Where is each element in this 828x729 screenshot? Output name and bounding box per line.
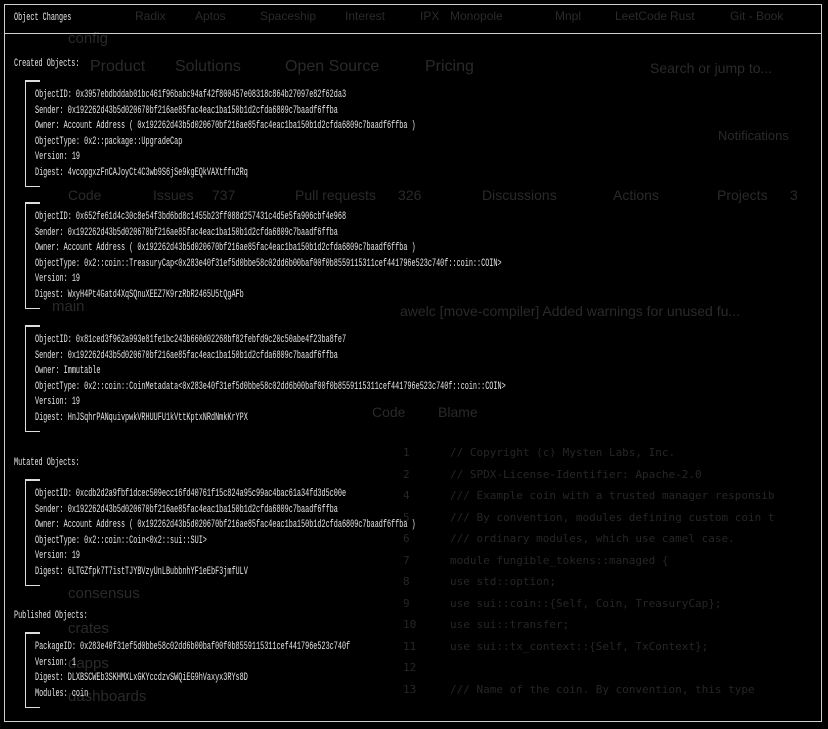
published-objects-label: Published Objects:	[14, 610, 88, 622]
published-object-field: Version: 1	[35, 656, 76, 669]
title-divider	[4, 33, 822, 34]
published-object-field: Modules: coin	[35, 687, 89, 700]
created-object-field: Sender: 0x192262d43b5d020670bf216ae85fac…	[35, 104, 338, 117]
created-object-field: Version: 19	[35, 151, 81, 163]
mutated-object-bracket	[25, 479, 40, 586]
created-object-field: Digest: WxyH4Pt4Gatd4XqSQnuXEEZ7K9rzRbR2…	[35, 288, 244, 301]
created-object-field: ObjectID: 0x652fe61d4c30c8e54f3bd6bd8c14…	[35, 211, 347, 223]
mutated-object-field: Owner: Account Address ( 0x192262d43b5d0…	[35, 519, 416, 531]
created-object-field: Owner: Immutable	[35, 365, 101, 377]
created-object-field: Owner: Account Address ( 0x192262d43b5d0…	[35, 242, 416, 254]
published-object-field: Digest: DLXBSCWEb3SKHMXLxGKYccdzvSWQiEG9…	[35, 672, 248, 684]
created-object-bracket	[25, 325, 40, 432]
created-object-bracket	[25, 202, 40, 309]
created-object-field: Version: 19	[35, 273, 81, 285]
created-object-field: Digest: HnJSqhrPANquivpwkVRHUUFU1kVttKpt…	[35, 411, 248, 424]
created-object-bracket	[25, 80, 40, 187]
mutated-object-field: Digest: 6LTGZfpk7T7istTJYBVzyUnLBubbnhYF…	[35, 565, 248, 578]
created-object-field: ObjectID: 0x81ced3f962a993e81fe1bc243b66…	[35, 334, 347, 346]
published-object-bracket	[25, 632, 40, 708]
published-object-field: PackageID: 0x283e40f31ef5d0bbe58c02dd6b0…	[35, 641, 351, 653]
panel-title: Object Changes	[14, 12, 72, 24]
created-objects-label: Created Objects:	[14, 58, 80, 70]
created-object-field: Sender: 0x192262d43b5d020670bf216ae85fac…	[35, 226, 338, 239]
mutated-objects-label: Mutated Objects:	[14, 457, 80, 469]
created-object-field: Version: 19	[35, 396, 81, 408]
created-object-field: ObjectType: 0x2::coin::CoinMetadata<0x28…	[35, 380, 506, 393]
mutated-object-field: Version: 19	[35, 550, 81, 562]
created-object-field: Sender: 0x192262d43b5d020670bf216ae85fac…	[35, 349, 338, 362]
created-object-field: ObjectID: 0x3957ebdbddab01bc461f96babc94…	[35, 89, 347, 101]
mutated-object-field: Sender: 0x192262d43b5d020670bf216ae85fac…	[35, 503, 338, 516]
mutated-object-field: ObjectID: 0xcdb2d2a9fbf1dcec509ecc16fd40…	[35, 488, 347, 500]
created-object-field: ObjectType: 0x2::coin::TreasuryCap<0x283…	[35, 257, 502, 270]
mutated-object-field: ObjectType: 0x2::coin::Coin<0x2::sui::SU…	[35, 534, 207, 547]
created-object-field: ObjectType: 0x2::package::UpgradeCap	[35, 135, 183, 148]
created-object-field: Owner: Account Address ( 0x192262d43b5d0…	[35, 120, 416, 132]
created-object-field: Digest: 4vcopgxzFnCAJoyCt4C3wb9S6jSe9kgE…	[35, 166, 248, 179]
